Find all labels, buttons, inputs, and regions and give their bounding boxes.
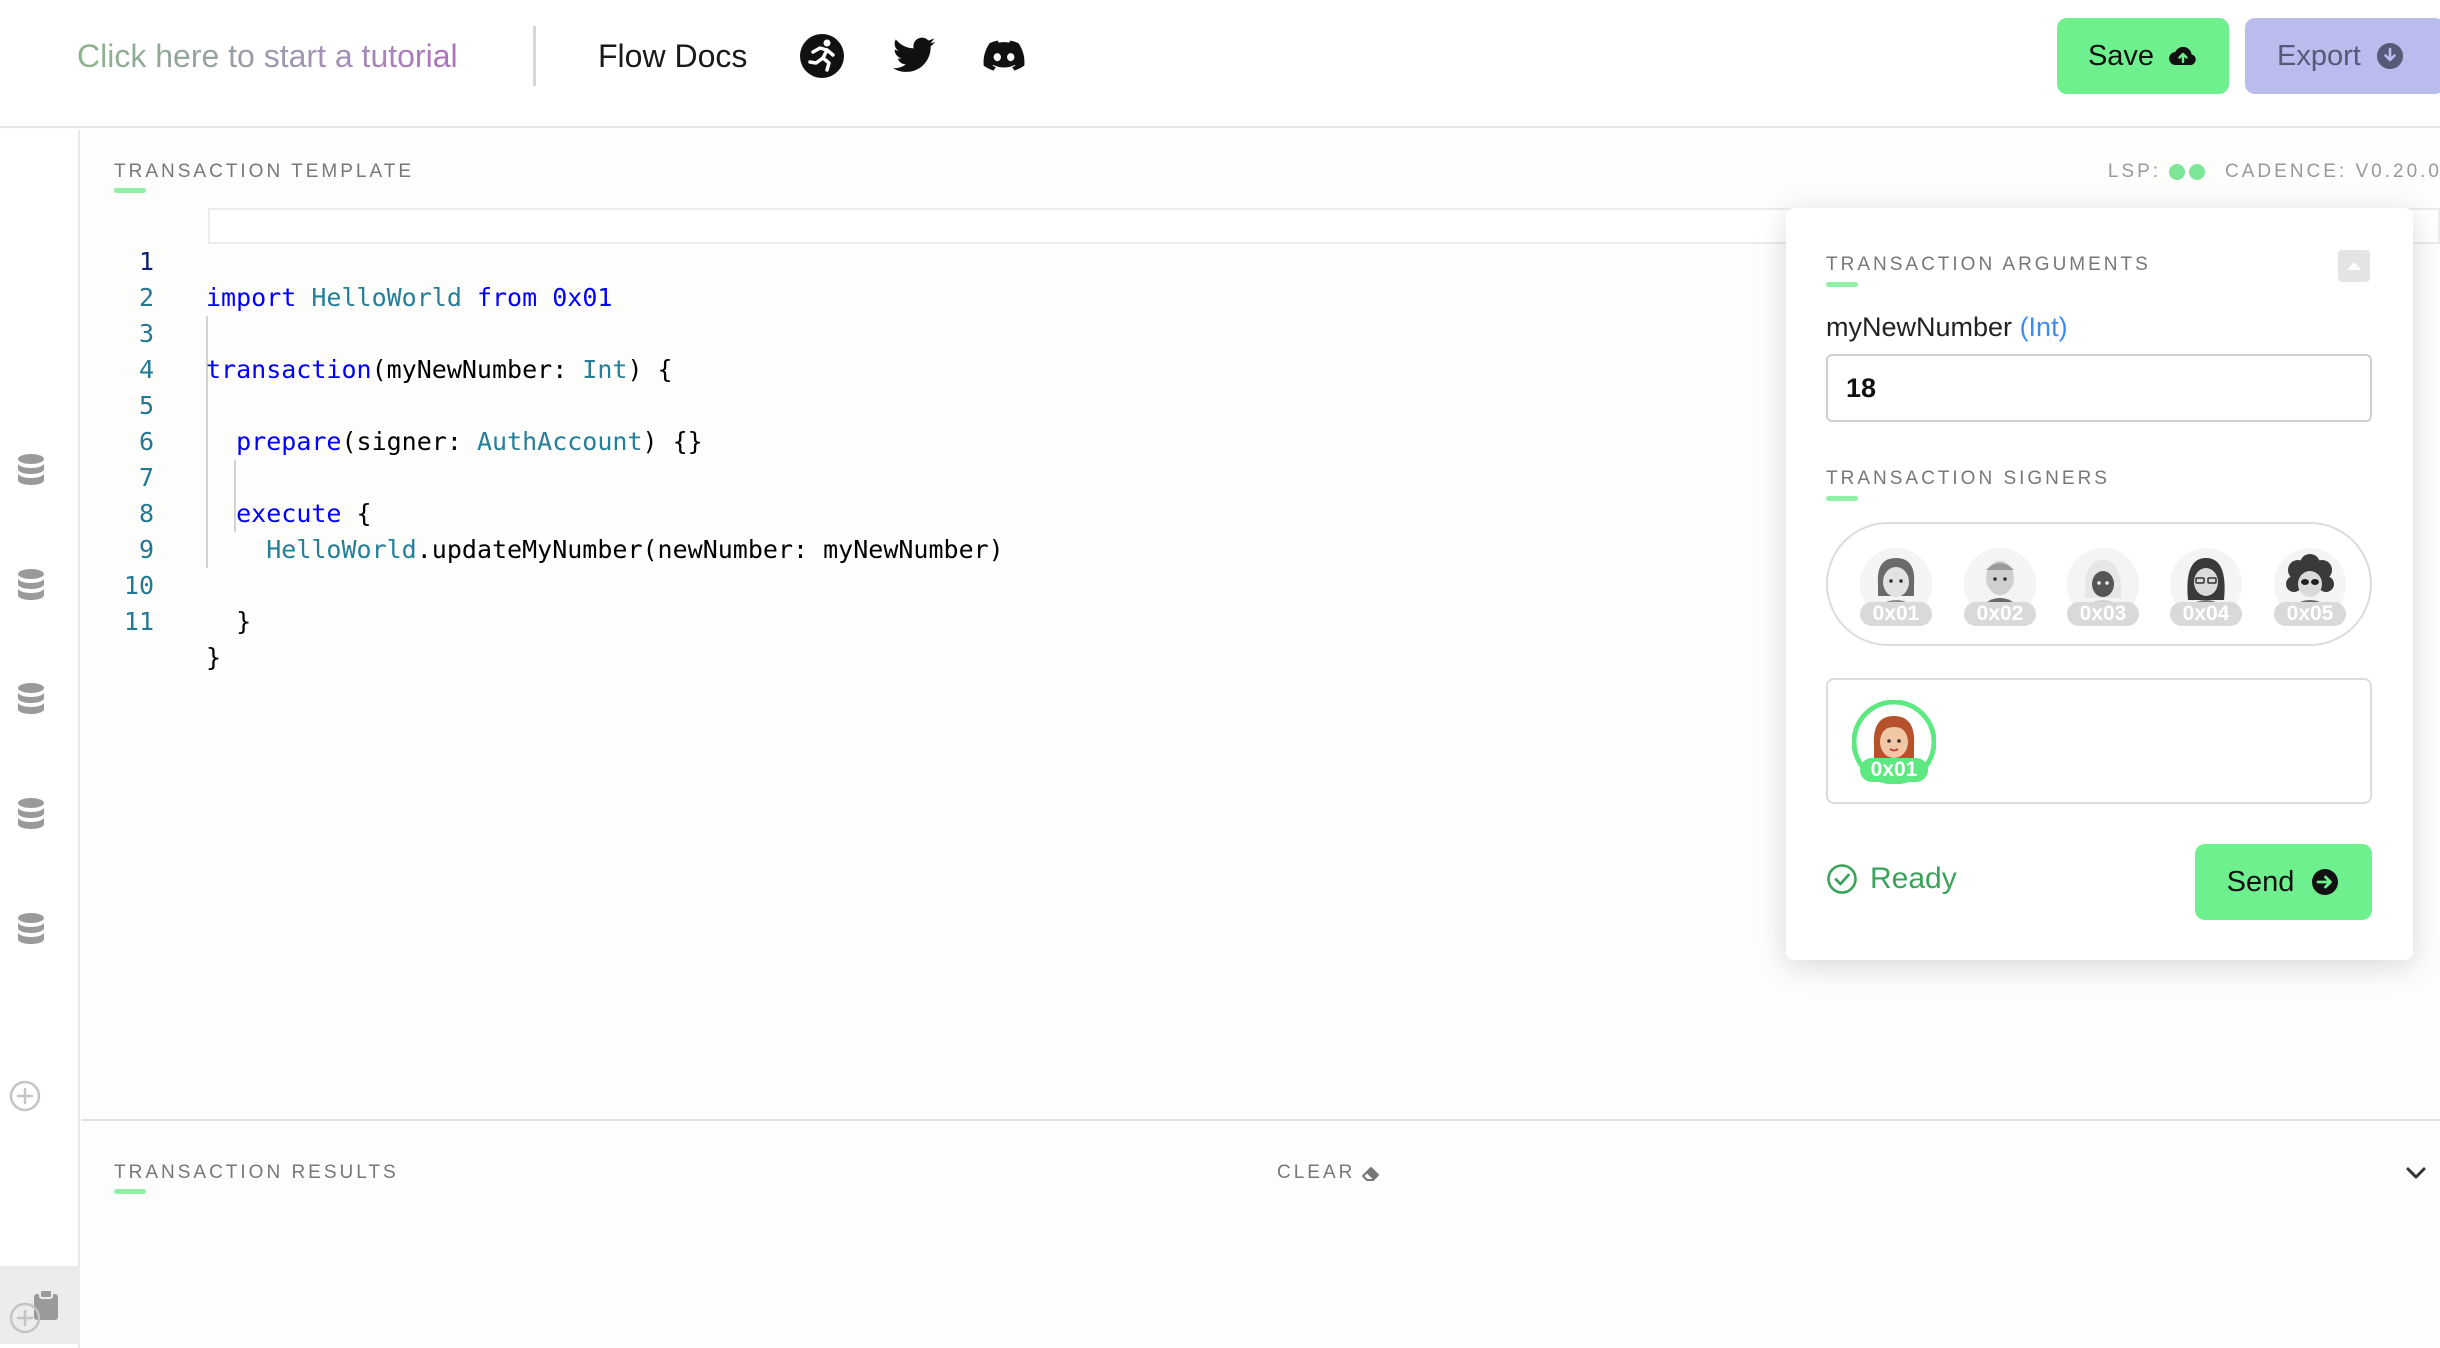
transaction-results-title: TRANSACTION RESULTS [114, 1162, 399, 1183]
export-button[interactable]: Export [2245, 18, 2440, 94]
save-button[interactable]: Save [2057, 18, 2229, 94]
code-line: 10 } [82, 532, 251, 636]
code-token: import [206, 283, 297, 312]
code-token: ) { [627, 355, 673, 384]
selected-signers-box[interactable]: 0x01 [1826, 678, 2372, 804]
argument-name: myNewNumber [1826, 312, 2013, 342]
account-avatar-0x01[interactable]: 0x01 [1856, 544, 1936, 626]
code-line: 1 import HelloWorld from 0x01 [82, 208, 613, 312]
account-avatar-0x02[interactable]: 0x02 [1960, 544, 2040, 626]
export-label: Export [2277, 39, 2361, 72]
send-button[interactable]: Send [2195, 844, 2372, 920]
clear-results-button[interactable]: CLEAR [1277, 1162, 1381, 1184]
status-text: Ready [1870, 862, 1957, 895]
account-address: 0x05 [2274, 602, 2346, 626]
code-token: .updateMyNumber(newNumber: myNewNumber) [416, 535, 1004, 564]
top-header: Click here to start a tutorial Flow Docs… [0, 0, 2440, 128]
transaction-results-panel: TRANSACTION RESULTS CLEAR [82, 1119, 2440, 1348]
lsp-status-dots [2169, 164, 2206, 180]
editor-meta: LSP: CADENCE: V0.20.0 [2108, 161, 2440, 183]
transaction-template-title: TRANSACTION TEMPLATE [114, 161, 414, 182]
lsp-status-dot [2189, 164, 2206, 180]
playground-page: Click here to start a tutorial Flow Docs… [0, 0, 2440, 1348]
account-avatar-0x04[interactable]: 0x04 [2166, 544, 2246, 626]
eraser-icon [1362, 1167, 1380, 1181]
code-line: 2 [82, 244, 172, 312]
title-underline [1826, 282, 1858, 287]
code-line: 6 [82, 388, 172, 456]
database-icon[interactable] [16, 798, 46, 830]
database-icon[interactable] [16, 569, 46, 601]
transaction-arguments-title: TRANSACTION ARGUMENTS [1826, 254, 2151, 275]
caret-up-icon [2347, 262, 2361, 270]
code-line: 5 prepare(signer: AuthAccount) {} [82, 352, 703, 456]
code-token: 0x01 [552, 283, 613, 312]
code-token: ) {} [642, 427, 703, 456]
argument-input-mynewnumber[interactable] [1826, 354, 2372, 422]
account-avatar-0x05[interactable]: 0x05 [2270, 544, 2350, 626]
tutorial-link[interactable]: Click here to start a tutorial [77, 36, 458, 76]
signer-address: 0x01 [1860, 758, 1928, 782]
left-sidebar [0, 130, 80, 1348]
flow-docs-link[interactable]: Flow Docs [598, 36, 747, 76]
code-token: AuthAccount [476, 427, 643, 456]
selected-signer-0x01[interactable]: 0x01 [1852, 700, 1936, 784]
header-divider [533, 26, 536, 86]
chevron-down-icon[interactable] [2402, 1159, 2430, 1187]
send-label: Send [2226, 865, 2295, 898]
code-token: transaction [206, 355, 372, 384]
database-icon[interactable] [16, 913, 46, 945]
clear-label: CLEAR [1277, 1162, 1356, 1183]
save-label: Save [2087, 39, 2155, 72]
code-token: HelloWorld [311, 283, 462, 312]
code-token: prepare [236, 427, 342, 456]
code-token: (myNewNumber: [371, 355, 583, 384]
discord-icon[interactable] [981, 33, 1027, 79]
code-line: 7 execute { [82, 424, 372, 528]
add-account-icon[interactable] [9, 1080, 41, 1112]
title-underline [114, 1189, 146, 1194]
code-line: 11 } [82, 568, 221, 672]
add-icon[interactable] [9, 1302, 41, 1334]
signer-account-picker: 0x01 0x02 0x03 0x04 0x05 [1826, 522, 2372, 646]
code-token: (signer: [341, 427, 477, 456]
code-token: { [341, 499, 372, 528]
code-token: HelloWorld [266, 535, 417, 564]
cloud-upload-icon [2169, 46, 2196, 66]
code-token: } [236, 607, 252, 636]
code-line: 9 [82, 496, 172, 564]
code-line: 4 [82, 316, 172, 384]
cadence-version: CADENCE: V0.20.0 [2225, 161, 2440, 182]
database-icon[interactable] [16, 454, 46, 486]
account-address: 0x04 [2170, 602, 2242, 626]
collapse-panel-button[interactable] [2338, 250, 2370, 282]
lsp-label: LSP: [2107, 161, 2162, 182]
code-token: from [476, 283, 538, 312]
database-icon[interactable] [16, 683, 46, 715]
account-address: 0x02 [1964, 602, 2036, 626]
line-number: 11 [123, 607, 154, 636]
transaction-arguments-panel: TRANSACTION ARGUMENTS myNewNumber (Int) … [1786, 208, 2413, 960]
lsp-status-dot [2169, 164, 2186, 180]
code-line: 8 HelloWorld.updateMyNumber(newNumber: m… [82, 460, 1004, 564]
download-circle-icon [2376, 43, 2403, 69]
code-token: } [206, 643, 222, 672]
title-underline [1826, 496, 1858, 501]
flow-runner-icon[interactable] [799, 33, 845, 79]
code-token: Int [582, 355, 628, 384]
argument-type: (Int) [2019, 312, 2068, 342]
code-token: execute [236, 499, 342, 528]
transaction-status: Ready [1826, 862, 1957, 896]
twitter-icon[interactable] [891, 33, 937, 79]
code-line: 3 transaction(myNewNumber: Int) { [82, 280, 673, 384]
account-address: 0x03 [2067, 602, 2139, 626]
account-address: 0x01 [1860, 602, 1932, 626]
argument-label: myNewNumber (Int) [1826, 312, 2068, 343]
title-underline [114, 188, 146, 193]
arrow-right-circle-icon [2312, 869, 2339, 895]
account-avatar-0x03[interactable]: 0x03 [2063, 544, 2143, 626]
transaction-signers-title: TRANSACTION SIGNERS [1826, 468, 2110, 489]
check-circle-icon [1827, 864, 1857, 894]
